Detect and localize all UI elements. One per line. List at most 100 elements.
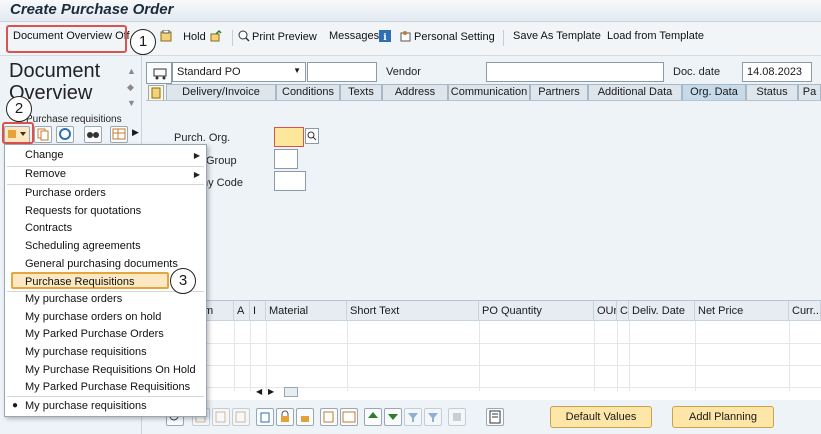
- copy-button[interactable]: [34, 126, 52, 143]
- check-button[interactable]: [210, 30, 224, 43]
- services-icon: [453, 413, 461, 421]
- lock-button[interactable]: [276, 408, 294, 426]
- paste-item-button[interactable]: [212, 408, 230, 426]
- table-row[interactable]: [146, 387, 821, 388]
- menu-separator: [7, 184, 204, 185]
- scroll-right-icon[interactable]: ▶: [268, 387, 274, 396]
- menu-item-purchase-requisitions[interactable]: Purchase Requisitions: [25, 276, 134, 288]
- lock-icon: [281, 410, 289, 422]
- menu-item-general-purchasing-docs[interactable]: General purchasing documents: [25, 258, 178, 270]
- menu-item-scheduling-agreements[interactable]: Scheduling agreements: [25, 240, 141, 252]
- org-data-panel: Purch. Org. Group ny Code: [146, 100, 821, 297]
- tab-pa[interactable]: Pa: [798, 84, 821, 100]
- document-type-select[interactable]: Standard PO ▼: [172, 62, 306, 82]
- layout-item-button[interactable]: [340, 408, 358, 426]
- hold-label: Hold: [183, 31, 206, 43]
- sort-descending-icon: [388, 414, 398, 420]
- unlock-button[interactable]: [296, 408, 314, 426]
- grid-layout-icon: [112, 128, 126, 140]
- layout-button[interactable]: [110, 126, 128, 143]
- more-arrow-icon[interactable]: ▶: [132, 127, 139, 138]
- check-icon: [210, 30, 222, 42]
- menu-item-my-prs-on-hold[interactable]: My Purchase Requisitions On Hold: [25, 364, 196, 376]
- copy-doc-button[interactable]: [320, 408, 338, 426]
- paste-icon: [215, 411, 226, 423]
- tab-address[interactable]: Address: [382, 84, 448, 100]
- messages-button[interactable]: Messages: [329, 30, 379, 42]
- tab-additional-data[interactable]: Additional Data: [588, 84, 682, 100]
- company-code-field[interactable]: [274, 171, 306, 191]
- print-preview-button[interactable]: Print Preview: [238, 30, 317, 43]
- col-oun[interactable]: OUn: [594, 301, 617, 321]
- tab-partners[interactable]: Partners: [530, 84, 588, 100]
- menu-separator: [7, 166, 204, 167]
- menu-item-my-parked-pos[interactable]: My Parked Purchase Orders: [25, 328, 164, 340]
- delete-button[interactable]: [256, 408, 274, 426]
- filter-off-button[interactable]: [424, 408, 442, 426]
- menu-item-contracts[interactable]: Contracts: [25, 222, 72, 234]
- cart-button[interactable]: [146, 62, 172, 84]
- personal-setting-button[interactable]: Personal Setting: [400, 30, 495, 43]
- tab-communication[interactable]: Communication: [448, 84, 530, 100]
- menu-item-change[interactable]: Change: [25, 149, 64, 161]
- tab-texts[interactable]: Texts: [340, 84, 382, 100]
- default-values-button[interactable]: Default Values: [550, 406, 652, 428]
- hold-button[interactable]: Hold: [160, 30, 206, 43]
- scroll-left-icon[interactable]: ◀: [256, 387, 262, 396]
- sort-desc-button[interactable]: [384, 408, 402, 426]
- find-button[interactable]: [84, 126, 102, 143]
- col-a[interactable]: A: [234, 301, 250, 321]
- scroll-middle-icon[interactable]: ◆: [127, 82, 137, 92]
- tab-status[interactable]: Status: [746, 84, 798, 100]
- radio-dot-icon: ●: [12, 400, 19, 411]
- insert-item-button[interactable]: [232, 408, 250, 426]
- col-i[interactable]: I: [250, 301, 266, 321]
- menu-item-rfqs[interactable]: Requests for quotations: [25, 205, 141, 217]
- table-grid-line: [695, 321, 696, 391]
- col-c[interactable]: C: [617, 301, 629, 321]
- toolbar-separator: [503, 30, 504, 46]
- scroll-down-icon[interactable]: ▼: [127, 98, 137, 108]
- table-settings-button[interactable]: [284, 387, 298, 397]
- tab-conditions[interactable]: Conditions: [276, 84, 340, 100]
- callout-1: 1: [130, 29, 156, 55]
- refresh-button[interactable]: [56, 126, 74, 143]
- menu-item-my-purchase-orders[interactable]: My purchase orders: [25, 293, 122, 305]
- highlight-doc-overview: [6, 25, 127, 53]
- purch-org-search-button[interactable]: [305, 128, 319, 144]
- col-material[interactable]: Material: [266, 301, 347, 321]
- table-row[interactable]: [146, 343, 821, 344]
- menu-item-my-pos-on-hold[interactable]: My purchase orders on hold: [25, 311, 161, 323]
- refresh-icon: [59, 128, 71, 140]
- account-assignment-button[interactable]: [486, 408, 504, 426]
- table-row[interactable]: [146, 365, 821, 366]
- load-from-template-button[interactable]: Load from Template: [607, 30, 704, 42]
- doc-date-field[interactable]: 14.08.2023: [742, 62, 812, 82]
- menu-item-my-purchase-requisitions[interactable]: My purchase requisitions: [25, 346, 147, 358]
- tab-delivery-invoice[interactable]: Delivery/Invoice: [166, 84, 276, 100]
- addl-planning-button[interactable]: Addl Planning: [672, 406, 774, 428]
- scroll-up-icon[interactable]: ▲: [127, 66, 137, 76]
- purch-org-field[interactable]: [274, 127, 304, 147]
- table-grid-line: [629, 321, 630, 391]
- col-short-text[interactable]: Short Text: [347, 301, 479, 321]
- po-number-field[interactable]: [307, 62, 377, 82]
- save-as-template-button[interactable]: Save As Template: [513, 30, 601, 42]
- menu-item-remove[interactable]: Remove: [25, 168, 66, 180]
- submenu-arrow-icon: ▶: [193, 170, 200, 179]
- purch-group-field[interactable]: [274, 149, 298, 169]
- sort-asc-button[interactable]: [364, 408, 382, 426]
- filter-button[interactable]: [404, 408, 422, 426]
- shopping-cart-icon: [153, 68, 167, 80]
- menu-item-my-parked-prs[interactable]: My Parked Purchase Requisitions: [25, 381, 190, 393]
- menu-item-purchase-orders[interactable]: Purchase orders: [25, 187, 106, 199]
- tab-org-data[interactable]: Org. Data: [682, 84, 746, 100]
- col-curr[interactable]: Curr...: [789, 301, 821, 321]
- info-button[interactable]: i: [379, 30, 393, 43]
- services-button[interactable]: [448, 408, 466, 426]
- col-po-quantity[interactable]: PO Quantity: [479, 301, 594, 321]
- col-deliv-date[interactable]: Deliv. Date: [629, 301, 695, 321]
- col-net-price[interactable]: Net Price: [695, 301, 789, 321]
- menu-item-my-purchase-requisitions-active[interactable]: My purchase requisitions: [25, 400, 147, 412]
- vendor-field[interactable]: [486, 62, 664, 82]
